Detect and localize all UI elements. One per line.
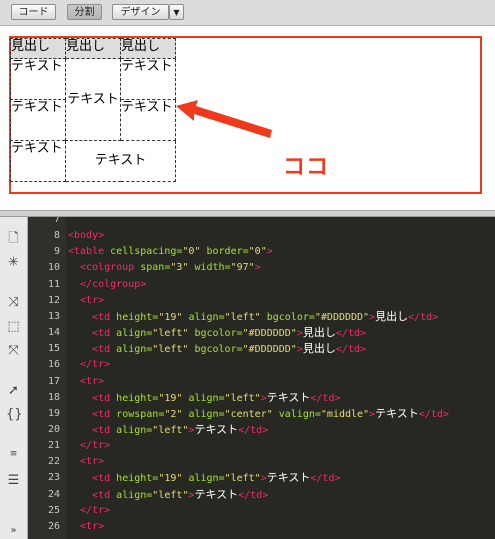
annotation-label: ココ [283, 155, 330, 180]
line-number: 24 [47, 488, 60, 500]
line-number: 21 [47, 440, 60, 452]
line-source: </tr> [68, 504, 111, 516]
line-source: </tr> [68, 359, 111, 371]
line-source: <tr> [68, 294, 105, 306]
line-number: 22 [47, 456, 60, 468]
design-view-button[interactable]: デザイン [112, 4, 169, 20]
document-icon[interactable]: 🗋 [6, 231, 21, 246]
code-line[interactable]: 9 <table cellspacing="0" border="0"> [28, 244, 495, 260]
line-source: <td align="left" bgcolor="#DDDDDD">見出し</… [68, 342, 366, 356]
numbered-list-icon[interactable]: ≡ [6, 447, 21, 462]
code-line[interactable]: 18 <td height="19" align="left">テキスト</td… [28, 390, 495, 406]
line-number: 9 [53, 246, 60, 258]
line-source: <td height="19" align="left" bgcolor="#D… [68, 309, 439, 323]
code-line[interactable]: 14 <td align="left" bgcolor="#DDDDDD">見出… [28, 325, 495, 341]
line-number: 10 [47, 262, 60, 274]
code-line[interactable]: 20 <td align="left">テキスト</td> [28, 422, 495, 438]
line-source: <td height="19" align="left">テキスト</td> [68, 390, 341, 404]
line-source: <tr> [68, 375, 105, 387]
code-line[interactable]: 11 </colgroup> [28, 277, 495, 293]
code-line[interactable]: 17 <tr> [28, 374, 495, 390]
annotation-arrow [176, 100, 272, 138]
line-number: 17 [47, 375, 60, 387]
design-dropdown-button[interactable]: ▼ [169, 4, 184, 20]
line-source: <td align="left" bgcolor="#DDDDDD">見出し</… [68, 326, 366, 340]
braces-icon[interactable]: {} [6, 407, 23, 422]
line-source: <tr> [68, 520, 105, 532]
collapse-icon[interactable]: ⤧ [6, 343, 21, 358]
code-line[interactable]: 15 <td align="left" bgcolor="#DDDDDD">見出… [28, 341, 495, 357]
coding-toolbar: 🗋 ✳ ⤨ ⬚ ⤧ ➚ {} ≡ ☰ » [0, 217, 28, 539]
line-number: 16 [47, 359, 60, 371]
line-number: 12 [47, 294, 60, 306]
code-line[interactable]: 16 </tr> [28, 357, 495, 373]
code-line[interactable]: 7 [28, 217, 495, 228]
code-line[interactable]: 26 <tr> [28, 519, 495, 535]
code-line[interactable]: 23 <td height="19" align="left">テキスト</td… [28, 470, 495, 486]
expand-icon[interactable]: ⤨ [6, 295, 21, 310]
line-source: </tr> [68, 440, 111, 452]
code-line[interactable]: 10 <colgroup span="3" width="97"> [28, 260, 495, 276]
line-source: <table cellspacing="0" border="0"> [68, 246, 273, 258]
code-line[interactable]: 19 <td rowspan="2" align="center" valign… [28, 406, 495, 422]
line-number: 13 [47, 310, 60, 322]
code-line[interactable]: 24 <td align="left">テキスト</td> [28, 487, 495, 503]
split-view-button[interactable]: 分割 [67, 4, 102, 20]
line-source: </colgroup> [68, 278, 147, 290]
line-source: <td align="left">テキスト</td> [68, 487, 269, 501]
line-number: 18 [47, 391, 60, 403]
code-view-pane[interactable]: 7 8 <body> 9 <table cellspacing="0" border="… [28, 217, 495, 539]
view-toolbar: コード 分割 デザイン ▼ [0, 0, 495, 26]
line-number: 26 [47, 520, 60, 532]
format-icon[interactable]: ☰ [6, 473, 21, 488]
line-source: <td rowspan="2" align="center" valign="m… [68, 406, 449, 420]
code-view-button[interactable]: コード [11, 4, 56, 20]
line-number: 20 [47, 423, 60, 435]
code-line[interactable]: 21 </tr> [28, 438, 495, 454]
line-number: 23 [47, 472, 60, 484]
line-number: 19 [47, 407, 60, 419]
line-number: 14 [47, 327, 60, 339]
line-source: <tr> [68, 456, 105, 468]
select-box-icon[interactable]: ⬚ [6, 319, 21, 334]
line-number: 7 [53, 217, 60, 225]
cursor-select-icon[interactable]: ➚ [6, 383, 21, 398]
code-line[interactable]: 22 <tr> [28, 454, 495, 470]
chevron-down-double-icon[interactable]: » [6, 523, 21, 538]
code-line[interactable]: 25 </tr> [28, 503, 495, 519]
code-line[interactable]: 8 <body> [28, 228, 495, 244]
line-number: 15 [47, 343, 60, 355]
line-source: <body> [68, 230, 105, 242]
line-source: <colgroup span="3" width="97"> [68, 262, 261, 274]
line-number: 8 [53, 230, 60, 242]
line-source: <td align="left">テキスト</td> [68, 422, 269, 436]
design-view-pane: 見出し 見出し 見出し テキスト テキスト テキスト テキスト テキスト テキス… [0, 26, 495, 211]
line-number: 11 [47, 278, 60, 290]
triangle-down-icon: ▼ [173, 8, 180, 17]
line-number: 25 [47, 504, 60, 516]
code-line[interactable]: 12 <tr> [28, 293, 495, 309]
code-line[interactable]: 13 <td height="19" align="left" bgcolor=… [28, 309, 495, 325]
asterisk-icon[interactable]: ✳ [6, 255, 21, 270]
line-source: <td height="19" align="left">テキスト</td> [68, 471, 341, 485]
